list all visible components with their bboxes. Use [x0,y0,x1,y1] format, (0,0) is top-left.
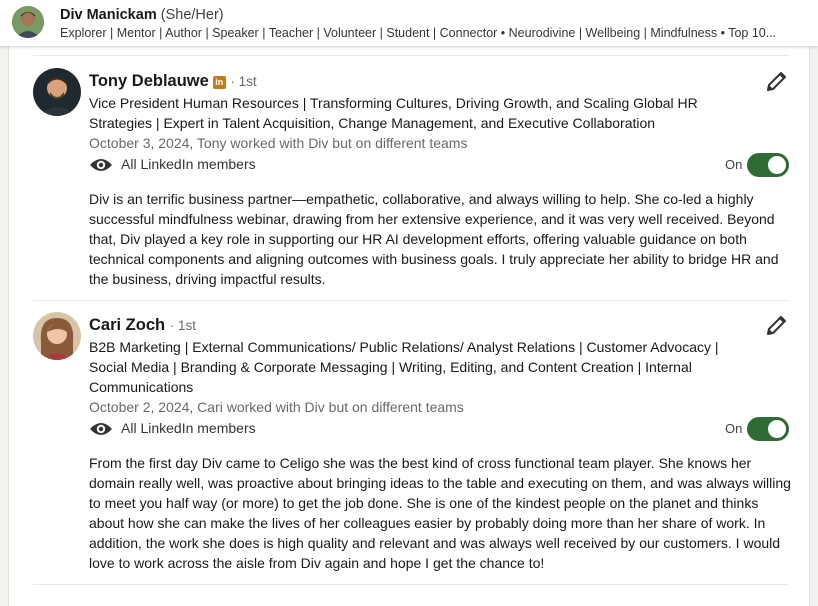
recommender-name[interactable]: Tony Deblauwe in · 1st [89,72,257,91]
toggle-state-label: On [725,421,743,436]
profile-name-text: Div Manickam [60,7,157,23]
visibility-row: All LinkedIn members On [89,417,789,441]
recommender-avatar[interactable] [33,68,81,116]
divider [33,300,789,301]
visibility-label: All LinkedIn members [121,420,256,436]
connection-degree: · 1st [169,318,196,333]
visibility-row: All LinkedIn members On [89,153,789,177]
profile-pronouns: (She/Her) [160,7,224,23]
recommender-avatar[interactable] [33,312,81,360]
visibility-label: All LinkedIn members [121,156,256,172]
eye-icon [89,418,113,440]
toggle-knob [768,420,786,438]
divider [33,55,789,56]
recommender-headline: Vice President Human Resources | Transfo… [89,95,698,131]
recommendation-date: October 2, 2024, Cari worked with Div bu… [89,399,464,415]
edit-pencil-icon[interactable] [765,313,789,337]
profile-header: Div Manickam (She/Her) Explorer | Mentor… [0,0,818,46]
recommendations-card: Tony Deblauwe in · 1st Vice President Hum… [8,46,810,606]
recommender-name[interactable]: Cari Zoch · 1st [89,316,196,335]
recommendation-text: From the first day Div came to Celigo sh… [89,455,791,571]
connection-degree: · 1st [230,74,257,89]
eye-icon [89,154,113,176]
recommender-name-text: Cari Zoch [89,316,166,334]
edit-pencil-icon[interactable] [765,69,789,93]
linkedin-premium-icon: in [212,76,226,89]
visibility-toggle[interactable] [747,417,789,441]
recommender-name-text: Tony Deblauwe [89,72,209,90]
recommender-headline: B2B Marketing | External Communications/… [89,339,719,395]
profile-headline: Explorer | Mentor | Author | Speaker | T… [60,26,777,40]
recommendation-text: Div is an terrific business partner—empa… [89,191,779,287]
profile-avatar[interactable] [12,6,44,38]
toggle-state-label: On [725,157,743,172]
recommendation-date: October 3, 2024, Tony worked with Div bu… [89,135,468,151]
visibility-toggle[interactable] [747,153,789,177]
toggle-knob [768,156,786,174]
profile-name: Div Manickam (She/Her) [60,7,224,23]
